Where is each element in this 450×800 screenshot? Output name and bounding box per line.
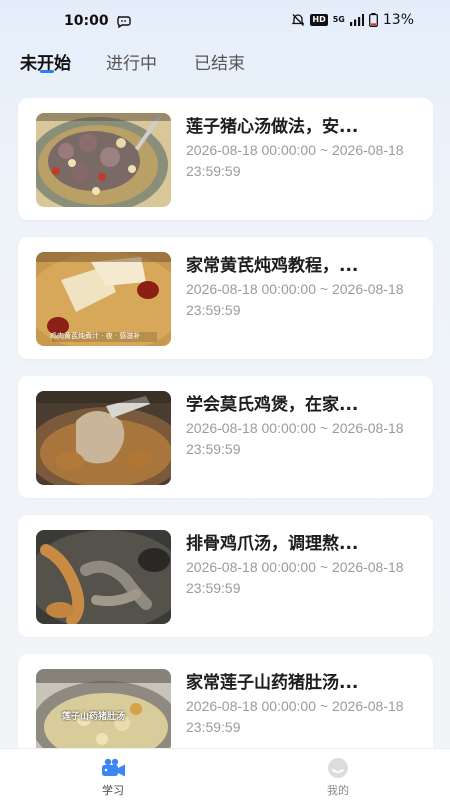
course-title: 家常莲子山药猪肚汤... (186, 673, 359, 693)
course-thumbnail: 鸡肉黄芪炖煮汁 · 夜 · 感滋补 (36, 252, 171, 346)
course-thumbnail (36, 391, 171, 485)
tab-in-progress[interactable]: 进行中 (106, 49, 157, 74)
course-time-range: 2026-08-18 00:00:00 ~ 2026-08-18 23:59:5… (186, 420, 404, 457)
course-title: 莲子猪心汤做法，安... (186, 117, 359, 137)
video-camera-icon (102, 758, 125, 777)
course-card[interactable]: 莲子山药猪肚汤 家常莲子山药猪肚汤... 2026-08-18 00:00:00… (18, 654, 433, 748)
tab-ended[interactable]: 已结束 (194, 49, 245, 74)
nav-mine-label: 我的 (327, 784, 349, 797)
ribs-chicken-feet-soup-image (36, 530, 171, 624)
nav-mine[interactable]: 我的 (298, 749, 378, 800)
course-thumbnail (36, 113, 171, 207)
thumbnail-caption: 鸡肉黄芪炖煮汁 · 夜 · 感滋补 (50, 332, 141, 340)
course-title: 家常黄芪炖鸡教程，... (186, 256, 359, 276)
bottom-navigation: 学习 我的 (0, 748, 450, 800)
battery-icon (368, 13, 378, 27)
signal-icon (349, 14, 364, 26)
course-time-range: 2026-08-18 00:00:00 ~ 2026-08-18 23:59:5… (186, 281, 404, 318)
course-thumbnail (36, 530, 171, 624)
active-tab-indicator (40, 70, 54, 73)
message-icon (117, 16, 131, 29)
battery-percent: 13% (382, 12, 414, 28)
thumbnail-caption: 莲子山药猪肚汤 (62, 712, 126, 722)
course-time-range: 2026-08-18 00:00:00 ~ 2026-08-18 23:59:5… (186, 559, 404, 596)
network-type: 5G (332, 15, 345, 24)
status-tabs: 未开始 进行中 已结束 (0, 44, 450, 84)
course-thumbnail: 莲子山药猪肚汤 (36, 669, 171, 748)
course-time-range: 2026-08-18 00:00:00 ~ 2026-08-18 23:59:5… (186, 698, 404, 735)
course-title: 排骨鸡爪汤，调理熬... (186, 534, 359, 554)
chicken-pot-image (36, 391, 171, 485)
course-card[interactable]: 莲子猪心汤做法，安... 2026-08-18 00:00:00 ~ 2026-… (18, 98, 433, 220)
course-card[interactable]: 学会莫氏鸡煲，在家... 2026-08-18 00:00:00 ~ 2026-… (18, 376, 433, 498)
status-bar: 10:00 HD 5G 13% (0, 0, 450, 44)
status-right-group: HD 5G 13% (291, 12, 414, 28)
course-card[interactable]: 排骨鸡爪汤，调理熬... 2026-08-18 00:00:00 ~ 2026-… (18, 515, 433, 637)
course-card[interactable]: 鸡肉黄芪炖煮汁 · 夜 · 感滋补 家常黄芪炖鸡教程，... 2026-08-1… (18, 237, 433, 359)
status-time: 10:00 (64, 13, 109, 29)
nav-study-label: 学习 (102, 784, 124, 797)
lotus-pork-heart-soup-image (36, 113, 171, 207)
nav-study[interactable]: 学习 (73, 749, 153, 800)
hd-badge: HD (310, 14, 328, 26)
course-list[interactable]: 莲子猪心汤做法，安... 2026-08-18 00:00:00 ~ 2026-… (0, 96, 450, 748)
course-title: 学会莫氏鸡煲，在家... (186, 395, 359, 415)
mute-bell-icon (292, 14, 305, 26)
course-time-range: 2026-08-18 00:00:00 ~ 2026-08-18 23:59:5… (186, 142, 404, 179)
smiley-face-icon (328, 758, 348, 778)
